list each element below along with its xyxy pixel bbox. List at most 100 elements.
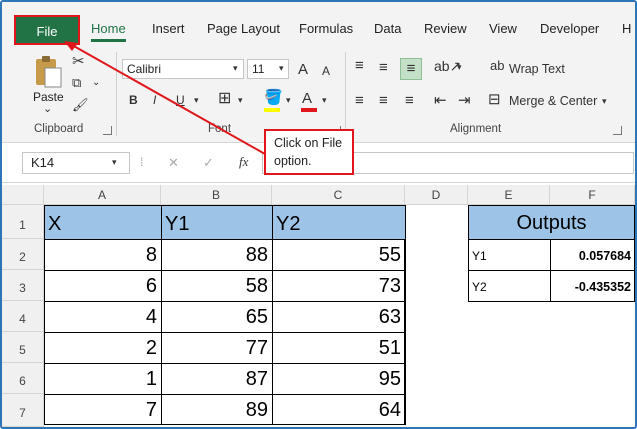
table-cell[interactable]: 58 bbox=[161, 270, 273, 302]
align-top-icon[interactable]: ≡ bbox=[355, 58, 364, 73]
align-right-icon[interactable]: ≡ bbox=[405, 93, 414, 108]
paste-dropdown-icon[interactable]: ⌄ bbox=[43, 102, 52, 115]
column-header-d[interactable]: D bbox=[405, 185, 468, 205]
italic-button[interactable]: I bbox=[153, 94, 156, 106]
merge-center-dropdown-icon[interactable]: ▾ bbox=[602, 97, 607, 106]
format-painter-icon[interactable]: 🖌 bbox=[72, 98, 89, 111]
borders-icon[interactable]: ⊞ bbox=[218, 91, 231, 107]
font-color-icon[interactable]: A bbox=[302, 91, 312, 106]
outputs-title[interactable]: Outputs bbox=[468, 205, 635, 240]
ribbon-tab-bar: File Home Insert Page Layout Formulas Da… bbox=[2, 2, 635, 46]
align-center-icon[interactable]: ≡ bbox=[379, 93, 388, 108]
alignment-launcher-icon[interactable] bbox=[613, 126, 622, 135]
column-header-a[interactable]: A bbox=[44, 185, 161, 205]
font-color-dropdown-icon[interactable]: ▾ bbox=[322, 96, 327, 105]
shrink-font-icon[interactable]: A bbox=[322, 65, 330, 77]
paste-icon bbox=[36, 56, 62, 88]
tab-page-layout[interactable]: Page Layout bbox=[207, 16, 280, 42]
paste-button[interactable]: Paste ⌄ bbox=[30, 54, 66, 115]
outputs-label-y1[interactable]: Y1 bbox=[468, 239, 551, 271]
ribbon-separator bbox=[345, 52, 346, 136]
underline-button[interactable]: U bbox=[176, 94, 185, 106]
row-header-5[interactable]: 5 bbox=[2, 332, 44, 363]
header-cell-y2[interactable]: Y2 bbox=[272, 205, 406, 240]
excel-window: File Home Insert Page Layout Formulas Da… bbox=[0, 0, 637, 429]
row-header-1[interactable]: 1 bbox=[2, 205, 44, 239]
table-cell[interactable]: 89 bbox=[161, 394, 273, 425]
insert-function-icon[interactable]: fx bbox=[239, 155, 248, 168]
table-cell[interactable]: 95 bbox=[272, 363, 406, 395]
column-header-c[interactable]: C bbox=[272, 185, 405, 205]
table-cell[interactable]: 65 bbox=[161, 301, 273, 333]
table-cell[interactable]: 73 bbox=[272, 270, 406, 302]
font-size-dropdown-icon[interactable]: ▾ bbox=[279, 64, 284, 73]
table-cell[interactable]: 64 bbox=[272, 394, 406, 425]
font-name-dropdown-icon[interactable]: ▾ bbox=[233, 64, 238, 73]
wrap-text-icon[interactable]: ab bbox=[490, 59, 504, 72]
tab-help[interactable]: H bbox=[622, 16, 631, 42]
fill-color-icon[interactable]: 🪣 bbox=[264, 90, 283, 105]
more-options-icon: ⁞ bbox=[140, 155, 144, 169]
table-cell[interactable]: 8 bbox=[44, 239, 162, 271]
table-cell[interactable]: 87 bbox=[161, 363, 273, 395]
row-header-3[interactable]: 3 bbox=[2, 270, 44, 301]
merge-center-icon[interactable]: ⊟ bbox=[488, 92, 501, 107]
copy-dropdown-icon[interactable]: ⌄ bbox=[92, 78, 100, 88]
tab-home[interactable]: Home bbox=[91, 16, 126, 42]
table-cell[interactable]: 2 bbox=[44, 332, 162, 364]
row-header-2[interactable]: 2 bbox=[2, 239, 44, 270]
name-box-dropdown-icon[interactable]: ▾ bbox=[112, 158, 117, 167]
orientation-dropdown-icon[interactable]: ▾ bbox=[457, 63, 462, 72]
decrease-indent-icon[interactable]: ⇤ bbox=[434, 93, 447, 108]
wrap-text-button[interactable]: Wrap Text bbox=[509, 63, 565, 76]
tab-developer[interactable]: Developer bbox=[540, 16, 599, 42]
tab-view[interactable]: View bbox=[489, 16, 517, 42]
row-header-4[interactable]: 4 bbox=[2, 301, 44, 332]
alignment-group-label: Alignment bbox=[450, 123, 502, 135]
outputs-value-y1[interactable]: 0.057684 bbox=[550, 239, 635, 271]
column-header-f[interactable]: F bbox=[550, 185, 635, 205]
bold-button[interactable]: B bbox=[129, 94, 138, 106]
tab-formulas[interactable]: Formulas bbox=[299, 16, 353, 42]
select-all-corner[interactable] bbox=[2, 185, 44, 205]
copy-icon[interactable]: ⧉ bbox=[72, 76, 81, 89]
increase-indent-icon[interactable]: ⇥ bbox=[458, 93, 471, 108]
font-name-select[interactable]: Calibri bbox=[122, 59, 244, 79]
outputs-label-y2[interactable]: Y2 bbox=[468, 270, 551, 302]
row-header-7[interactable]: 7 bbox=[2, 394, 44, 427]
cancel-entry-icon[interactable]: ✕ bbox=[168, 156, 179, 169]
merge-center-button[interactable]: Merge & Center bbox=[509, 95, 597, 108]
outputs-value-y2[interactable]: -0.435352 bbox=[550, 270, 635, 302]
font-color-swatch bbox=[301, 108, 317, 112]
enter-entry-icon[interactable]: ✓ bbox=[203, 156, 214, 169]
clipboard-launcher-icon[interactable] bbox=[103, 126, 112, 135]
table-cell[interactable]: 7 bbox=[44, 394, 162, 425]
align-left-icon[interactable]: ≡ bbox=[355, 93, 364, 108]
align-bottom-button[interactable]: ≡ bbox=[400, 58, 422, 80]
tab-data[interactable]: Data bbox=[374, 16, 401, 42]
table-cell[interactable]: 1 bbox=[44, 363, 162, 395]
table-cell[interactable]: 6 bbox=[44, 270, 162, 302]
table-cell[interactable]: 63 bbox=[272, 301, 406, 333]
column-header-e[interactable]: E bbox=[468, 185, 550, 205]
instruction-callout: Click on File option. bbox=[264, 129, 354, 175]
tab-insert[interactable]: Insert bbox=[152, 16, 185, 42]
header-cell-x[interactable]: X bbox=[44, 205, 162, 240]
fill-color-dropdown-icon[interactable]: ▾ bbox=[286, 96, 291, 105]
cut-icon[interactable]: ✂ bbox=[72, 54, 85, 69]
grow-font-icon[interactable]: A bbox=[298, 62, 308, 77]
tab-review[interactable]: Review bbox=[424, 16, 467, 42]
column-header-b[interactable]: B bbox=[161, 185, 272, 205]
underline-dropdown-icon[interactable]: ▾ bbox=[194, 96, 199, 105]
row-header-6[interactable]: 6 bbox=[2, 363, 44, 394]
align-middle-icon[interactable]: ≡ bbox=[379, 60, 388, 75]
table-cell[interactable]: 4 bbox=[44, 301, 162, 333]
fill-color-swatch bbox=[264, 108, 280, 112]
header-cell-y1[interactable]: Y1 bbox=[161, 205, 273, 240]
table-cell[interactable]: 88 bbox=[161, 239, 273, 271]
table-cell[interactable]: 51 bbox=[272, 332, 406, 364]
table-cell[interactable]: 77 bbox=[161, 332, 273, 364]
table-cell[interactable]: 55 bbox=[272, 239, 406, 271]
tab-file[interactable]: File bbox=[14, 15, 80, 45]
borders-dropdown-icon[interactable]: ▾ bbox=[238, 96, 243, 105]
